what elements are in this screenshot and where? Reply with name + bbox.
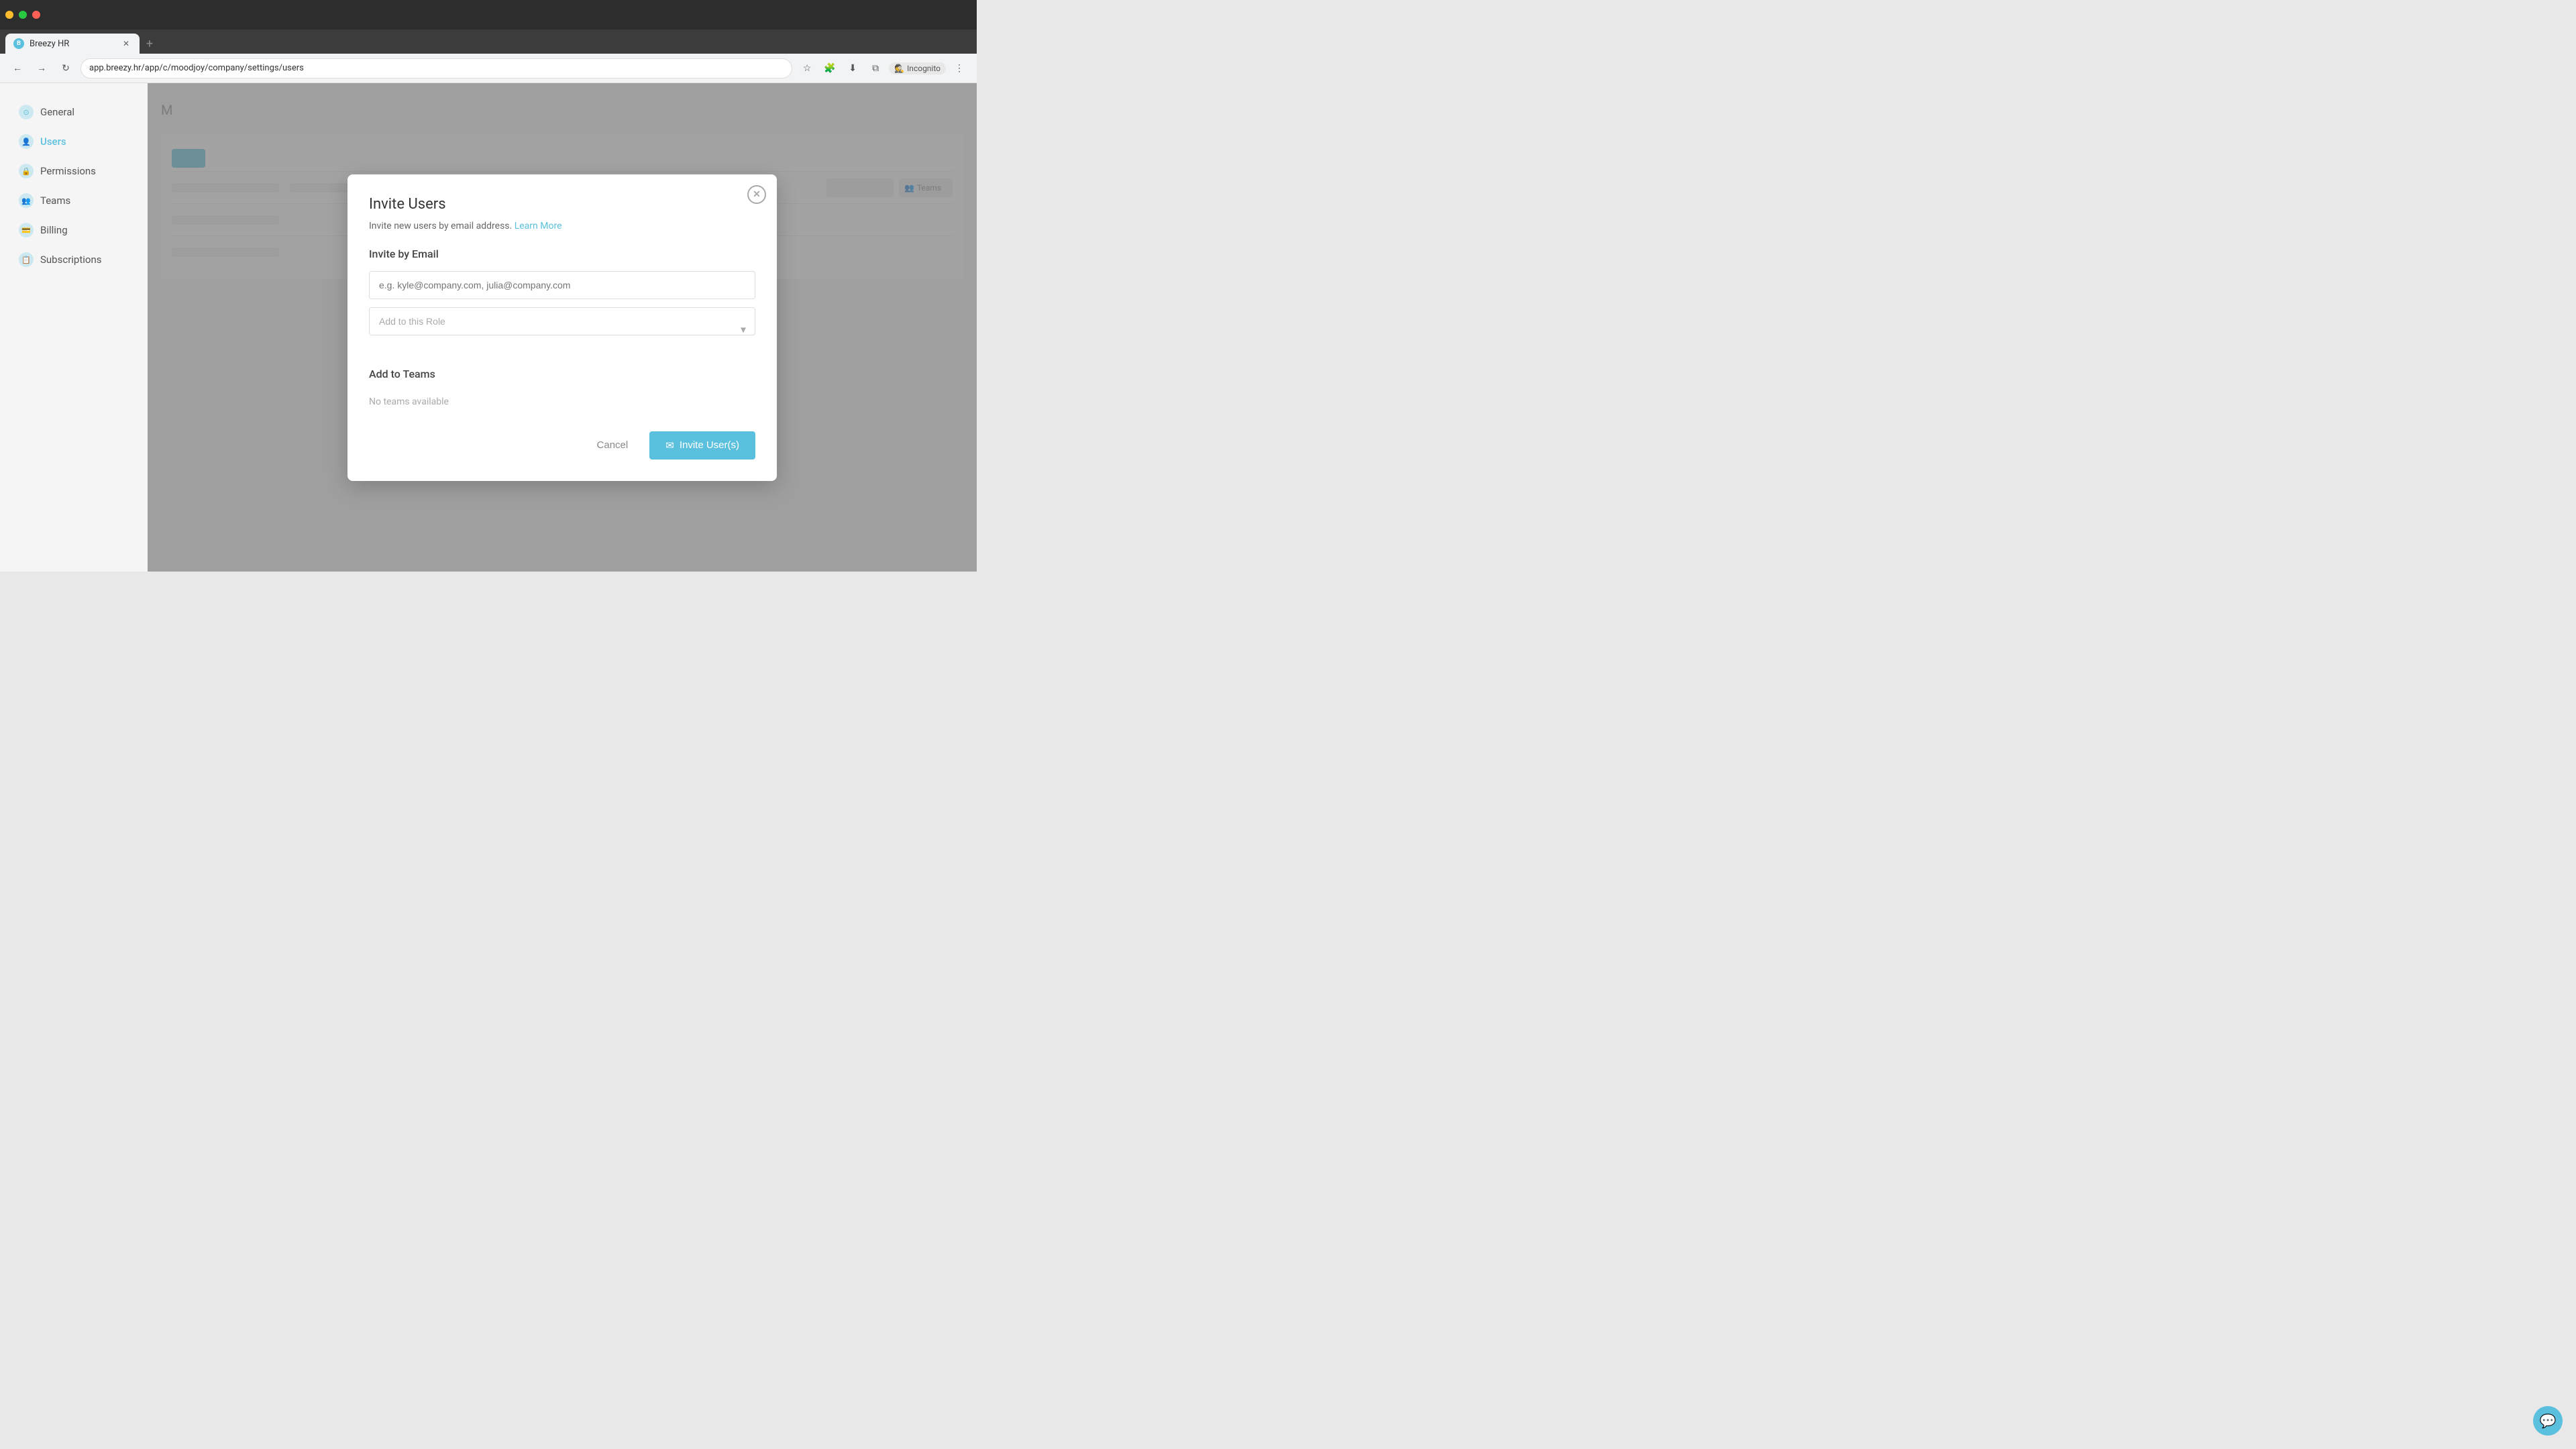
incognito-badge: 🕵 Incognito [889,62,946,74]
sidebar-item-permissions-label: Permissions [40,165,96,177]
sidebar-item-general-label: General [40,106,74,118]
tab-close-button[interactable]: ✕ [121,38,131,49]
sidebar-item-billing[interactable]: 💳 Billing [5,216,142,244]
tab-favicon: B [13,38,24,49]
extensions-icon[interactable]: 🧩 [820,59,839,78]
page-background: ⊙ General 👤 Users 🔒 Permissions 👥 Teams … [0,83,977,572]
address-bar[interactable]: app.breezy.hr/app/c/moodjoy/company/sett… [80,58,792,78]
modal-overlay: ✕ Invite Users Invite new users by email… [148,83,977,572]
sidebar-item-subscriptions-label: Subscriptions [40,254,101,266]
modal-close-button[interactable]: ✕ [747,185,766,204]
role-select-wrapper: Add to this Role [369,307,755,352]
tab-bar: B Breezy HR ✕ + [0,30,977,54]
modal-subtitle: Invite new users by email address. Learn… [369,221,755,231]
forward-button[interactable]: → [32,59,51,78]
bookmark-icon[interactable]: ☆ [798,59,816,78]
modal-subtitle-text: Invite new users by email address. [369,221,512,231]
add-teams-section-title: Add to Teams [369,368,755,380]
layout-icon[interactable]: ⧉ [866,59,885,78]
teams-icon: 👥 [19,193,34,208]
reload-button[interactable]: ↻ [56,59,75,78]
window-control-maximize[interactable] [19,11,27,19]
new-tab-button[interactable]: + [140,34,160,54]
cancel-button[interactable]: Cancel [584,433,642,458]
invite-users-modal: ✕ Invite Users Invite new users by email… [347,174,777,481]
sidebar-item-teams-label: Teams [40,195,70,207]
role-select[interactable]: Add to this Role [369,307,755,335]
sidebar-item-teams[interactable]: 👥 Teams [5,186,142,215]
users-icon: 👤 [19,134,34,149]
general-icon: ⊙ [19,105,34,119]
window-control-minimize[interactable] [5,11,13,19]
tab-title: Breezy HR [30,39,69,49]
sidebar-item-billing-label: Billing [40,224,68,236]
sidebar-item-users-label: Users [40,136,66,148]
sidebar-item-users[interactable]: 👤 Users [5,127,142,156]
learn-more-link[interactable]: Learn More [515,221,562,231]
billing-icon: 💳 [19,223,34,237]
invite-icon: ✉ [665,439,674,451]
invite-by-email-section: Invite by Email Add to this Role [369,248,755,352]
invite-button[interactable]: ✉ Invite User(s) [649,431,755,460]
active-tab[interactable]: B Breezy HR ✕ [5,34,140,54]
invite-email-section-title: Invite by Email [369,248,755,260]
sidebar-item-permissions[interactable]: 🔒 Permissions [5,157,142,185]
incognito-icon: 🕵 [894,64,904,73]
navigation-bar: ← → ↻ app.breezy.hr/app/c/moodjoy/compan… [0,54,977,83]
sidebar-item-subscriptions[interactable]: 📋 Subscriptions [5,246,142,274]
add-to-teams-section: Add to Teams No teams available [369,368,755,413]
incognito-label: Incognito [907,64,941,73]
back-button[interactable]: ← [8,59,27,78]
menu-button[interactable]: ⋮ [950,59,969,78]
modal-title: Invite Users [369,196,755,213]
chat-icon: 💬 [2540,1413,2557,1429]
chat-button[interactable]: 💬 [2533,1406,2563,1436]
sidebar-item-general[interactable]: ⊙ General [5,98,142,126]
url-text: app.breezy.hr/app/c/moodjoy/company/sett… [89,63,304,73]
modal-footer: Cancel ✉ Invite User(s) [369,431,755,460]
settings-sidebar: ⊙ General 👤 Users 🔒 Permissions 👥 Teams … [0,83,148,572]
invite-button-label: Invite User(s) [680,439,739,451]
no-teams-text: No teams available [369,391,755,413]
main-area: M 👥Teams [148,83,977,572]
browser-nav-icons: ☆ 🧩 ⬇ ⧉ 🕵 Incognito ⋮ [798,59,969,78]
email-input[interactable] [369,271,755,299]
window-control-close[interactable] [32,11,40,19]
download-icon[interactable]: ⬇ [843,59,862,78]
subscriptions-icon: 📋 [19,252,34,267]
browser-window-controls [0,0,977,30]
permissions-icon: 🔒 [19,164,34,178]
